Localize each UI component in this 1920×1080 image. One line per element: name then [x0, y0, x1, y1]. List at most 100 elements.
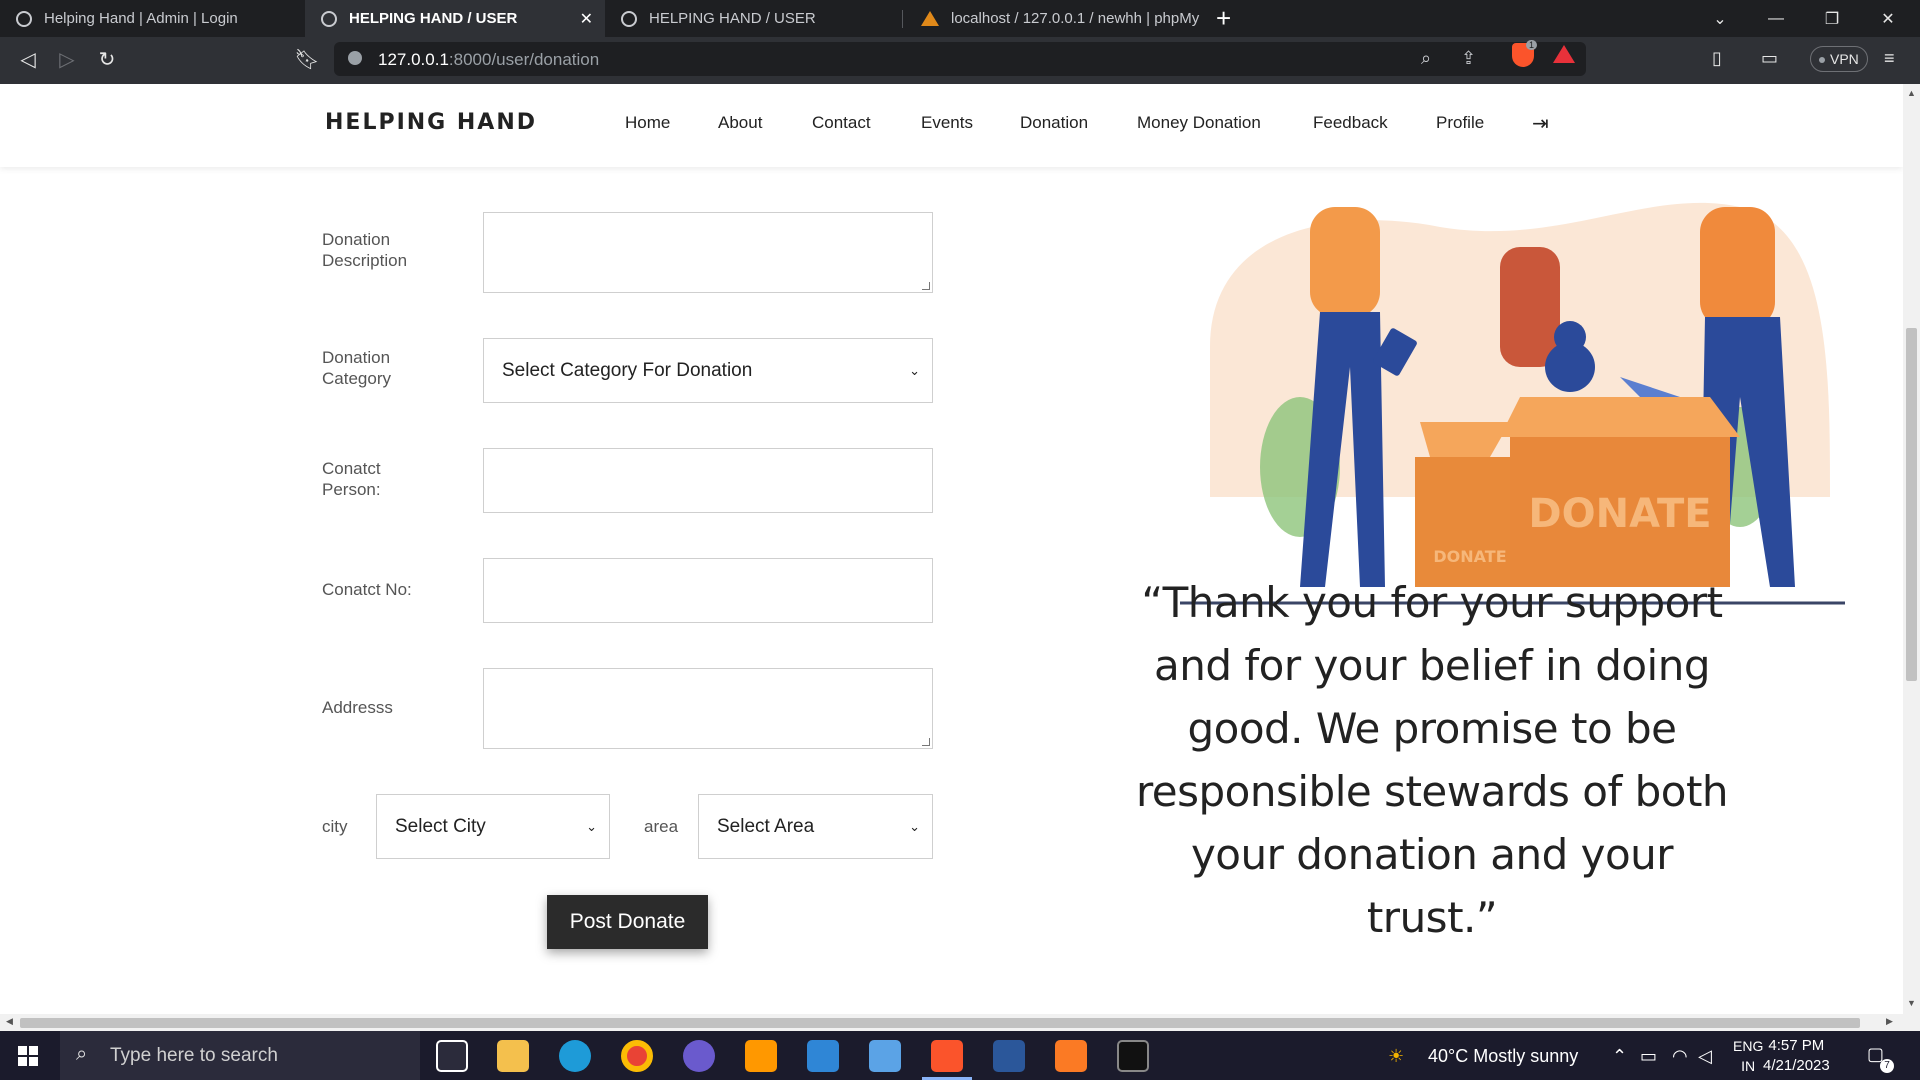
clock-date: 4/21/2023 — [1763, 1057, 1830, 1074]
tab-user-donation[interactable]: HELPING HAND / USER ✕ — [305, 0, 605, 37]
globe-icon — [16, 10, 32, 27]
remote-desktop-icon[interactable] — [869, 1040, 901, 1072]
city-select[interactable]: Select City ⌄ — [376, 794, 610, 859]
globe-icon — [621, 10, 637, 27]
zoom-icon[interactable]: ⌕ — [1421, 48, 1431, 69]
resize-grip-icon[interactable] — [922, 282, 930, 290]
forward-icon[interactable]: ▷ — [54, 47, 80, 73]
browser-tab-bar: Helping Hand | Admin | Login HELPING HAN… — [0, 0, 1920, 37]
brave-browser-icon[interactable] — [931, 1040, 963, 1072]
logout-icon[interactable]: ⇥ — [1532, 111, 1549, 136]
contact-no-input[interactable] — [483, 558, 933, 623]
url-host: 127.0.0.1 — [378, 50, 449, 69]
task-view-icon[interactable] — [436, 1040, 468, 1072]
nav-home[interactable]: Home — [625, 113, 670, 133]
tab-user[interactable]: HELPING HAND / USER — [605, 0, 902, 37]
terminal-icon[interactable] — [1117, 1040, 1149, 1072]
site-info-icon[interactable] — [348, 51, 362, 65]
nav-events[interactable]: Events — [921, 113, 973, 133]
address-bar[interactable]: 127.0.0.1:8000/user/donation ⌕ ⇪ — [334, 42, 1586, 76]
taskbar-search[interactable]: ⌕ Type here to search — [60, 1031, 420, 1080]
donation-description-textarea[interactable] — [483, 212, 933, 293]
sidebar-icon[interactable]: ▯ — [1712, 48, 1722, 69]
word-icon[interactable] — [993, 1040, 1025, 1072]
bookmark-icon[interactable]: 🔖︎ — [294, 47, 320, 73]
microsoft-store-icon[interactable] — [807, 1040, 839, 1072]
vpn-button[interactable]: VPN — [1810, 46, 1868, 72]
language-indicator[interactable]: ENG IN — [1733, 1036, 1763, 1076]
label-address: Addresss — [322, 698, 393, 717]
language-code: ENG — [1733, 1038, 1764, 1054]
notification-count-badge: 7 — [1880, 1059, 1894, 1073]
donate-box-label-small: DONATE — [1433, 547, 1506, 566]
scroll-left-icon[interactable]: ◀ — [6, 1016, 13, 1027]
battery-icon[interactable]: ▭ — [1640, 1046, 1657, 1067]
vertical-scroll-thumb[interactable] — [1906, 328, 1917, 681]
minimize-button[interactable]: — — [1748, 0, 1804, 37]
nav-contact[interactable]: Contact — [812, 113, 871, 133]
site-header: HELPING HAND Home About Contact Events D… — [0, 84, 1903, 167]
site-logo[interactable]: HELPING HAND — [325, 110, 537, 135]
nav-feedback[interactable]: Feedback — [1313, 113, 1388, 133]
reload-icon[interactable]: ↻ — [94, 47, 120, 73]
xampp-icon[interactable] — [1055, 1040, 1087, 1072]
tab-phpmyadmin[interactable]: localhost / 127.0.0.1 / newhh | phpMy — [905, 0, 1203, 37]
nav-donation[interactable]: Donation — [1020, 113, 1088, 133]
sublime-text-icon[interactable] — [745, 1040, 777, 1072]
tab-title: Helping Hand | Admin | Login — [44, 10, 238, 27]
address-textarea[interactable] — [483, 668, 933, 749]
scroll-up-icon[interactable]: ▲ — [1907, 88, 1916, 98]
menu-icon[interactable]: ≡ — [1884, 48, 1895, 69]
chrome-icon[interactable] — [621, 1040, 653, 1072]
clock-time: 4:57 PM — [1768, 1037, 1825, 1054]
thank-you-quote: “Thank you for your support and for your… — [1135, 578, 1729, 942]
weather-text[interactable]: 40°C Mostly sunny — [1428, 1046, 1578, 1067]
resize-grip-icon[interactable] — [922, 738, 930, 746]
nav-profile[interactable]: Profile — [1436, 113, 1484, 133]
nav-about[interactable]: About — [718, 113, 762, 133]
volume-icon[interactable]: ◁ — [1698, 1046, 1712, 1067]
wallet-icon[interactable]: ▭ — [1761, 48, 1778, 69]
restore-button[interactable]: ❐ — [1804, 0, 1860, 37]
nav-money-donation[interactable]: Money Donation — [1137, 113, 1261, 133]
page-viewport: HELPING HAND Home About Contact Events D… — [0, 84, 1903, 1014]
donation-category-select[interactable]: Select Category For Donation ⌄ — [483, 338, 933, 403]
app-infinity-icon[interactable] — [683, 1040, 715, 1072]
scroll-down-icon[interactable]: ▼ — [1907, 998, 1916, 1008]
tray-chevron-icon[interactable]: ⌃ — [1612, 1046, 1627, 1067]
windows-start-icon[interactable] — [18, 1046, 38, 1066]
file-explorer-icon[interactable] — [497, 1040, 529, 1072]
system-clock[interactable]: 4:57 PM 4/21/2023 — [1763, 1036, 1830, 1076]
horizontal-scrollbar[interactable]: ◀ ▶ — [0, 1014, 1920, 1031]
scroll-right-icon[interactable]: ▶ — [1886, 1016, 1893, 1027]
back-icon[interactable]: ◁ — [15, 47, 41, 73]
browser-toolbar: ◁ ▷ ↻ 🔖︎ 127.0.0.1:8000/user/donation ⌕ … — [0, 37, 1920, 84]
tab-search-icon[interactable]: ⌄ — [1692, 0, 1748, 37]
url-text[interactable]: 127.0.0.1:8000/user/donation — [378, 50, 599, 70]
label-contact-no: Conatct No: — [322, 580, 412, 599]
close-window-button[interactable]: ✕ — [1860, 0, 1916, 37]
label-donation-description: Donation Description — [322, 230, 408, 270]
close-tab-icon[interactable]: ✕ — [580, 9, 593, 29]
tab-title: localhost / 127.0.0.1 / newhh | phpMy — [951, 10, 1200, 27]
donate-box-label-large: DONATE — [1528, 491, 1711, 537]
wifi-icon[interactable]: ◠ — [1672, 1046, 1688, 1067]
windows-taskbar: ⌕ Type here to search ☀ 40°C Mostly sunn… — [0, 1031, 1920, 1080]
tab-admin-login[interactable]: Helping Hand | Admin | Login — [0, 0, 305, 37]
region-code: IN — [1741, 1058, 1756, 1074]
url-path: :8000/user/donation — [448, 50, 600, 69]
contact-person-input[interactable] — [483, 448, 933, 513]
area-select[interactable]: Select Area ⌄ — [698, 794, 933, 859]
share-icon[interactable]: ⇪ — [1461, 48, 1476, 69]
chevron-down-icon: ⌄ — [909, 818, 920, 834]
tab-title: HELPING HAND / USER — [649, 10, 816, 27]
weather-sun-icon[interactable]: ☀ — [1388, 1046, 1404, 1067]
city-selected-value: Select City — [395, 815, 486, 837]
post-donate-button[interactable]: Post Donate — [547, 895, 708, 949]
new-tab-button[interactable]: + — [1216, 4, 1231, 32]
label-donation-category: Donation Category — [322, 348, 391, 388]
brave-rewards-icon[interactable] — [1553, 45, 1575, 63]
horizontal-scroll-thumb[interactable] — [20, 1018, 1860, 1028]
edge-icon[interactable] — [559, 1040, 591, 1072]
vertical-scrollbar[interactable]: ▲ ▼ — [1903, 84, 1920, 1014]
